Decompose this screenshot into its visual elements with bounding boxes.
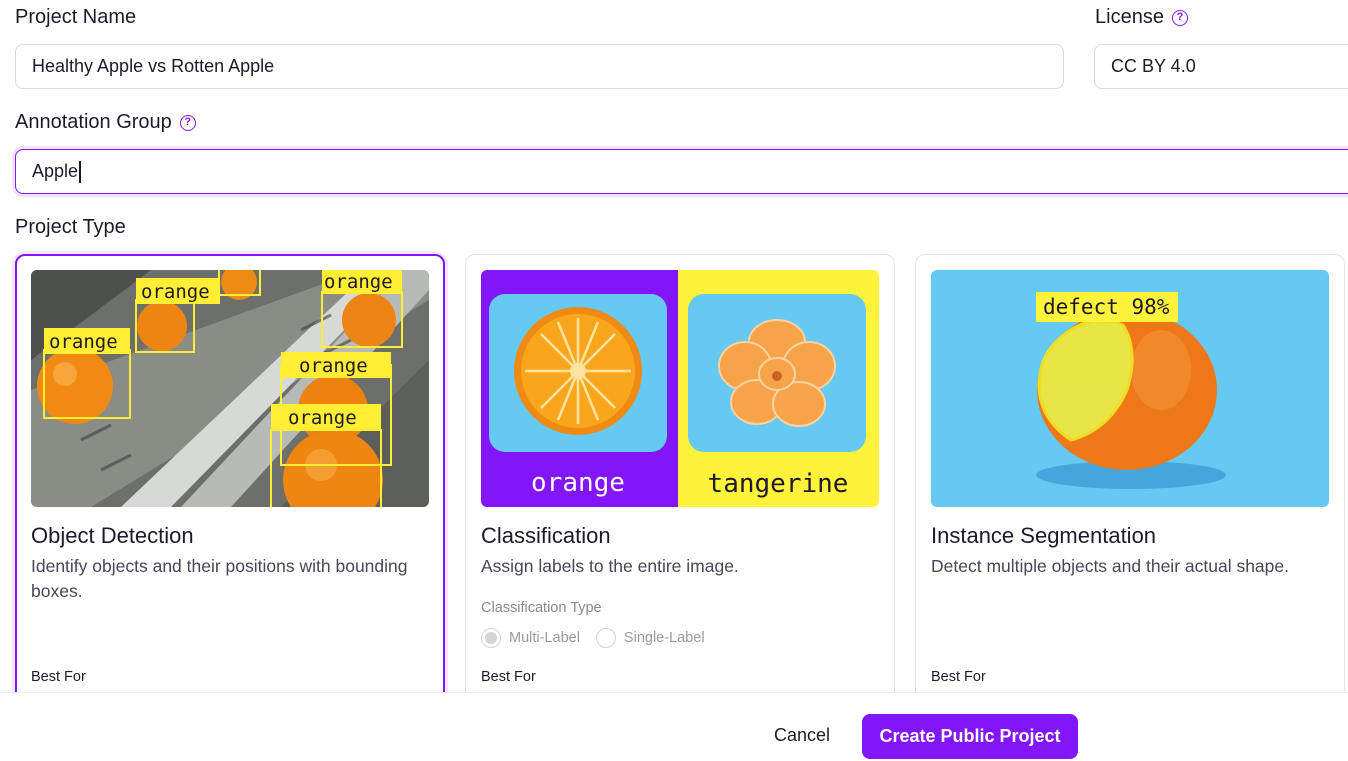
- card-instance-segmentation[interactable]: defect 98% Instance Segmentation Detect …: [915, 254, 1345, 714]
- class-label-tangerine: tangerine: [708, 469, 849, 499]
- help-icon[interactable]: ?: [179, 114, 196, 131]
- footer-bar: Cancel Create Public Project: [0, 692, 1348, 761]
- project-name-value: Healthy Apple vs Rotten Apple: [32, 56, 275, 76]
- project-name-input[interactable]: Healthy Apple vs Rotten Apple: [15, 44, 1064, 89]
- project-name-label-text: Project Name: [15, 6, 137, 28]
- bbox-label-3: orange: [324, 271, 393, 293]
- class-label-orange: orange: [531, 468, 625, 498]
- card-title: Classification: [481, 523, 611, 548]
- bbox-label-2: orange: [141, 281, 210, 303]
- bbox-label-1: orange: [49, 331, 118, 353]
- instance-segmentation-image: defect 98%: [931, 270, 1329, 507]
- project-name-label: Project Name: [15, 6, 136, 29]
- annotation-group-label-text: Annotation Group: [15, 111, 172, 133]
- card-description: Assign labels to the entire image.: [481, 556, 739, 576]
- annotation-group-label: Annotation Group ?: [15, 111, 196, 134]
- classification-image: orange tangerine: [481, 270, 879, 507]
- license-label-text: License: [1095, 6, 1164, 28]
- project-type-label-text: Project Type: [15, 216, 126, 238]
- segmentation-label: defect 98%: [1043, 295, 1170, 319]
- radio-unselected-icon: [595, 628, 616, 648]
- bbox-label-5: orange: [288, 407, 357, 429]
- card-classification[interactable]: orange tangerine Classification Assign l…: [465, 254, 895, 714]
- bbox-label-4: orange: [299, 355, 368, 377]
- annotation-group-input[interactable]: Apple: [15, 149, 1348, 194]
- radio-label: Multi-Label: [509, 630, 580, 646]
- license-label: License ?: [1095, 6, 1188, 29]
- radio-multi-label[interactable]: Multi-Label: [481, 628, 580, 648]
- radio-selected-icon: [481, 628, 501, 648]
- card-title: Object Detection: [31, 523, 194, 548]
- cancel-button[interactable]: Cancel: [760, 713, 844, 757]
- card-description: Identify objects and their positions wit…: [31, 556, 408, 601]
- card-object-detection[interactable]: orange orange orange orange orange Objec…: [15, 254, 445, 714]
- radio-label: Single-Label: [623, 630, 705, 646]
- text-caret: [79, 160, 81, 183]
- best-for-label: Best For: [31, 669, 86, 685]
- license-value: CC BY 4.0: [1111, 56, 1196, 76]
- help-icon[interactable]: ?: [1171, 9, 1188, 26]
- card-description: Detect multiple objects and their actual…: [931, 556, 1289, 576]
- card-title: Instance Segmentation: [931, 523, 1157, 548]
- best-for-label: Best For: [931, 669, 986, 685]
- object-detection-image: orange orange orange orange orange: [31, 270, 429, 507]
- license-select[interactable]: CC BY 4.0: [1094, 44, 1348, 89]
- classification-type-radios: Multi-Label Single-Label: [481, 628, 711, 648]
- annotation-group-value: Apple: [32, 161, 79, 181]
- create-public-project-button[interactable]: Create Public Project: [862, 714, 1078, 759]
- best-for-label: Best For: [481, 669, 536, 685]
- project-type-label: Project Type: [15, 216, 126, 239]
- radio-single-label[interactable]: Single-Label: [595, 628, 705, 648]
- classification-type-label: Classification Type: [481, 600, 602, 616]
